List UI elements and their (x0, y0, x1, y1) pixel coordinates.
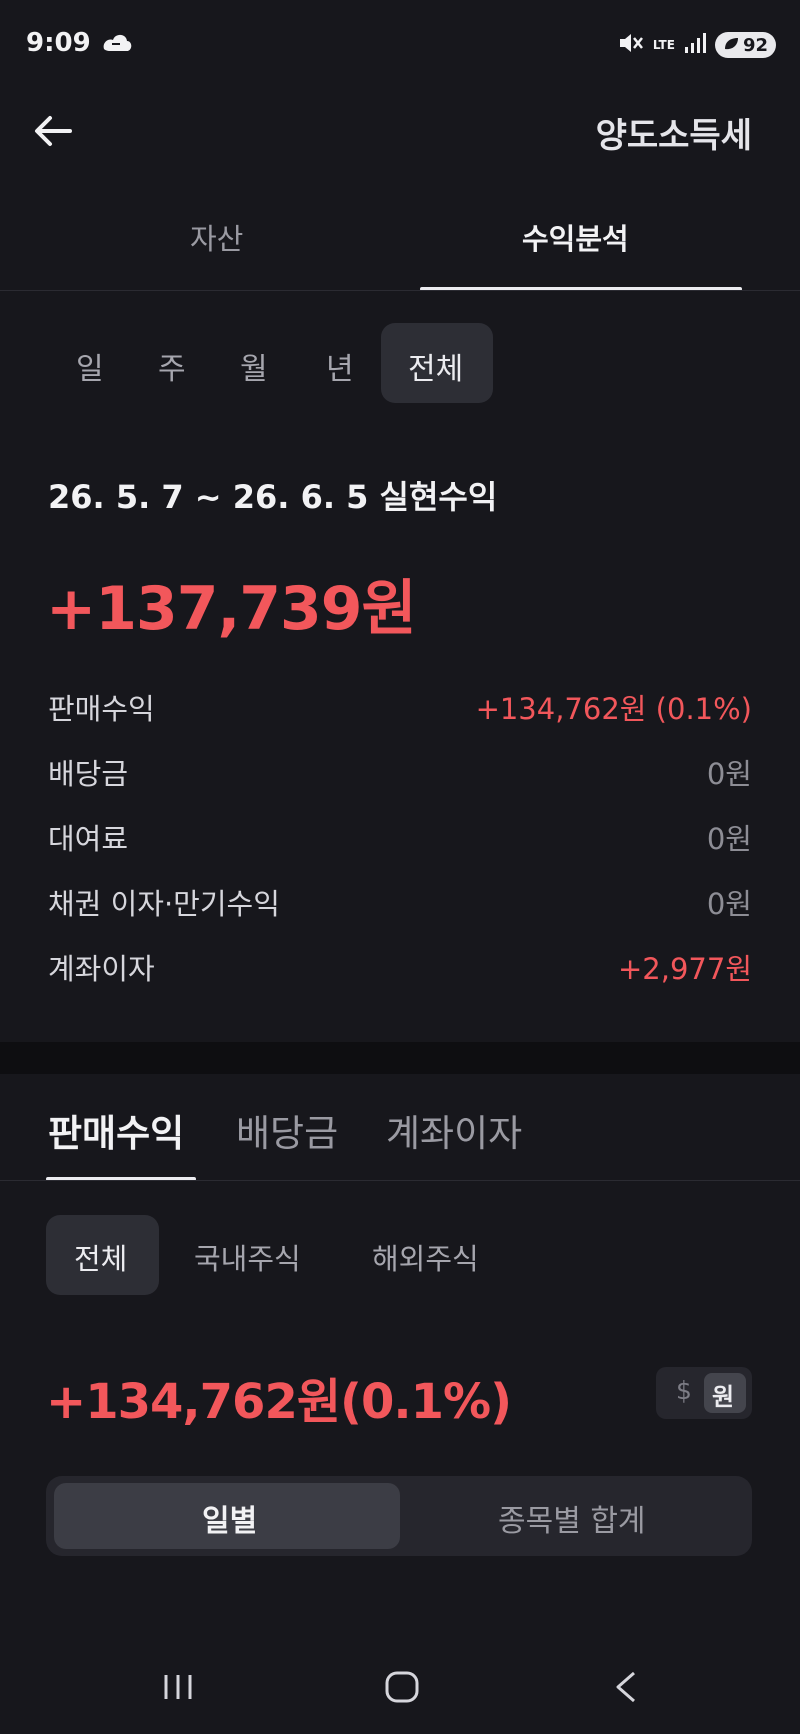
row-label: 계좌이자 (48, 952, 155, 986)
battery-level: 92 (742, 34, 768, 56)
cloud-icon (100, 30, 134, 60)
row-label: 채권 이자·만기수익 (48, 887, 280, 921)
realized-profit-total: +137,739원 (46, 574, 417, 644)
battery-indicator: 92 (714, 32, 776, 58)
status-time: 9:09 (26, 28, 91, 58)
row-value: +134,762원 (0.1%) (475, 692, 752, 726)
signal-icon (683, 31, 707, 59)
segment-daily[interactable]: 일별 (202, 1496, 257, 1540)
row-label: 판매수익 (48, 692, 155, 726)
period-month[interactable]: 월 (240, 344, 268, 388)
back-arrow-icon[interactable] (30, 108, 76, 154)
status-icons: LTE 92 (617, 30, 776, 60)
tab-profit-analysis[interactable]: 수익분석 (522, 216, 629, 258)
date-range-label: 26. 5. 7 ~ 26. 6. 5 실현수익 (48, 478, 498, 516)
currency-krw-option[interactable]: 원 (712, 1377, 734, 1412)
summary-row-dividend: 배당금 0원 (48, 751, 752, 793)
summary-row-bond: 채권 이자·만기수익 0원 (48, 881, 752, 923)
period-all[interactable]: 전체 (408, 344, 463, 388)
home-icon[interactable] (384, 1670, 420, 1708)
market-domestic[interactable]: 국내주식 (194, 1236, 301, 1278)
row-label: 배당금 (48, 757, 129, 791)
sales-profit-amount: +134,762원(0.1%) (46, 1374, 512, 1430)
section-separator (0, 1042, 800, 1074)
summary-row-sales: 판매수익 +134,762원 (0.1%) (48, 686, 752, 728)
summary-row-lending: 대여료 0원 (48, 816, 752, 858)
row-value: 0원 (706, 822, 752, 856)
capital-gains-tax-link[interactable]: 양도소득세 (596, 108, 752, 157)
market-overseas[interactable]: 해외주식 (372, 1236, 479, 1278)
divider (0, 1180, 800, 1181)
segment-by-stock[interactable]: 종목별 합계 (498, 1496, 646, 1540)
mute-icon (617, 30, 645, 60)
tab-dividend[interactable]: 배당금 (236, 1103, 338, 1157)
divider (0, 290, 800, 291)
period-week[interactable]: 주 (158, 344, 186, 388)
row-value: 0원 (706, 887, 752, 921)
network-label: LTE (652, 38, 675, 52)
period-year[interactable]: 년 (326, 344, 354, 388)
summary-row-interest: 계좌이자 +2,977원 (48, 946, 752, 988)
market-all[interactable]: 전체 (74, 1236, 127, 1278)
currency-usd-option[interactable]: $ (676, 1376, 692, 1405)
leaf-icon (723, 35, 739, 56)
period-day[interactable]: 일 (76, 344, 104, 388)
row-value: 0원 (706, 757, 752, 791)
tab-account-interest[interactable]: 계좌이자 (386, 1103, 522, 1157)
tab-asset[interactable]: 자산 (190, 216, 243, 258)
tab-sales-profit[interactable]: 판매수익 (48, 1103, 184, 1157)
recent-apps-icon[interactable] (160, 1672, 196, 1706)
row-label: 대여료 (48, 822, 129, 856)
nav-back-icon[interactable] (612, 1670, 640, 1708)
row-value: +2,977원 (618, 952, 752, 986)
